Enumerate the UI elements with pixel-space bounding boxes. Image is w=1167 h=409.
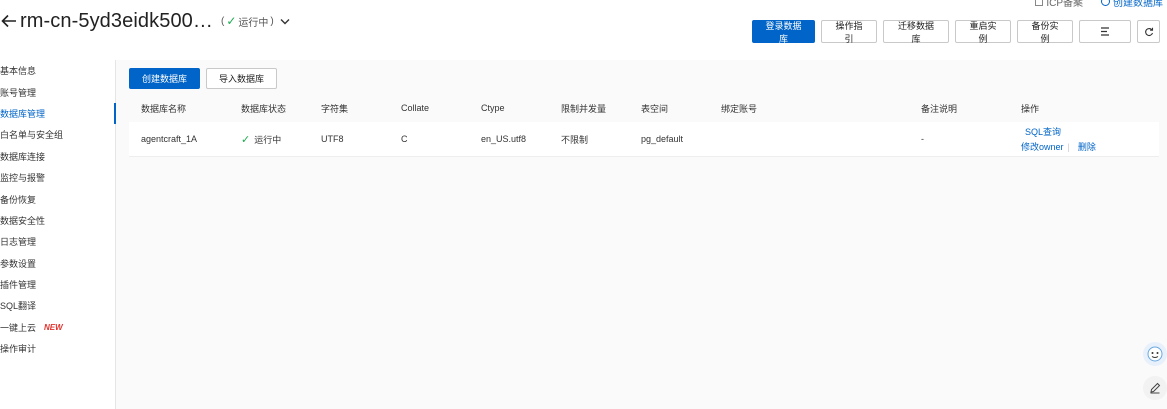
sidebar-item-databases[interactable]: 数据库管理 bbox=[0, 102, 116, 125]
page-header: rm-cn-5yd3eidk500… ( ✓ 运行中 ) bbox=[0, 8, 290, 34]
col-header-charset: 字符集 bbox=[321, 103, 349, 114]
top-utility-bar: ICP备案 创建数据库 bbox=[1035, 0, 1163, 9]
sql-query-link[interactable]: SQL查询 bbox=[1021, 125, 1159, 138]
sidebar-item-logs[interactable]: 日志管理 bbox=[0, 231, 115, 252]
backup-instance-button[interactable]: 备份实例 bbox=[1017, 20, 1073, 44]
cell-charset: UTF8 bbox=[321, 134, 344, 144]
plus-circle-icon bbox=[1101, 0, 1110, 6]
cell-status: ✓ 运行中 bbox=[229, 133, 309, 146]
table-header: 数据库名称 数据库状态 字符集 Collate Ctype 限制并发量 表空间 … bbox=[129, 97, 1159, 119]
import-db-button[interactable]: 导入数据库 bbox=[206, 68, 278, 89]
col-header-name: 数据库名称 bbox=[141, 103, 187, 114]
restart-instance-button[interactable]: 重启实例 bbox=[955, 20, 1011, 44]
cell-collate: C bbox=[401, 134, 408, 144]
cell-operations: SQL查询 修改owner | 删除 bbox=[1009, 125, 1159, 153]
sidebar-item-accounts[interactable]: 账号管理 bbox=[0, 81, 115, 102]
sidebar-item-label: 插件管理 bbox=[0, 280, 37, 291]
status-text: 运行中 bbox=[238, 17, 269, 29]
sidebar-item-sql-translate[interactable]: SQL翻译 bbox=[0, 295, 115, 316]
cell-concurrency: 不限制 bbox=[561, 134, 589, 145]
sidebar-item-label: SQL翻译 bbox=[0, 301, 37, 312]
document-icon bbox=[1035, 0, 1044, 6]
login-db-button[interactable]: 登录数据库 bbox=[752, 20, 815, 44]
instance-title: rm-cn-5yd3eidk500… bbox=[20, 9, 213, 32]
sidebar-item-parameters[interactable]: 参数设置 bbox=[0, 253, 115, 274]
chevron-down-icon[interactable] bbox=[280, 18, 290, 25]
sidebar-item-label: 数据安全性 bbox=[0, 215, 46, 226]
sidebar-item-monitoring[interactable]: 监控与报警 bbox=[0, 167, 115, 188]
col-header-operations: 操作 bbox=[1021, 103, 1040, 114]
sidebar-item-label: 监控与报警 bbox=[0, 173, 46, 184]
delete-link[interactable]: 删除 bbox=[1078, 140, 1096, 153]
sidebar-item-audit[interactable]: 操作审计 bbox=[0, 338, 115, 359]
sidebar-item-label: 日志管理 bbox=[0, 237, 37, 248]
col-header-remark: 备注说明 bbox=[921, 103, 958, 114]
create-db-top-link[interactable]: 创建数据库 bbox=[1101, 0, 1163, 9]
sidebar-item-data-security[interactable]: 数据安全性 bbox=[0, 210, 115, 231]
change-owner-link[interactable]: 修改owner bbox=[1021, 140, 1064, 153]
cell-tablespace: pg_default bbox=[641, 134, 684, 144]
back-arrow-icon[interactable] bbox=[0, 12, 18, 30]
icp-link[interactable]: ICP备案 bbox=[1035, 0, 1083, 9]
guide-button[interactable]: 操作指引 bbox=[821, 20, 877, 44]
sidebar-item-label: 备份恢复 bbox=[0, 194, 37, 205]
sidebar-item-label: 基本信息 bbox=[0, 66, 37, 77]
edit-pencil-icon[interactable] bbox=[1143, 376, 1167, 400]
database-table: 数据库名称 数据库状态 字符集 Collate Ctype 限制并发量 表空间 … bbox=[129, 97, 1159, 157]
sidebar-item-label: 一键上云 bbox=[0, 322, 37, 333]
instance-status: ( ✓ 运行中 ) bbox=[221, 14, 274, 29]
sidebar-item-label: 数据库管理 bbox=[0, 108, 46, 119]
col-header-account: 绑定账号 bbox=[721, 103, 758, 114]
page-root: ICP备案 创建数据库 rm-cn-5yd3eidk500… ( ✓ 运行中 )… bbox=[0, 0, 1167, 409]
sidebar-item-cloud-migrate[interactable]: 一键上云 NEW bbox=[0, 317, 115, 338]
col-header-collate: Collate bbox=[401, 103, 430, 113]
sidebar-item-connection[interactable]: 数据库连接 bbox=[0, 146, 115, 167]
list-icon bbox=[1101, 27, 1109, 36]
check-icon: ✓ bbox=[226, 14, 237, 28]
sidebar: 基本信息 账号管理 数据库管理 白名单与安全组 数据库连接 监控与报警 备份恢复… bbox=[0, 60, 116, 409]
col-header-tablespace: 表空间 bbox=[641, 103, 669, 114]
check-icon: ✓ bbox=[241, 133, 251, 146]
col-header-status: 数据库状态 bbox=[241, 103, 287, 114]
col-header-concurrency: 限制并发量 bbox=[561, 103, 607, 114]
status-open-paren: ( bbox=[221, 15, 225, 27]
sidebar-item-label: 白名单与安全组 bbox=[0, 130, 64, 141]
sidebar-item-label: 操作审计 bbox=[0, 344, 37, 355]
cell-remark: - bbox=[921, 134, 924, 144]
cell-ctype: en_US.utf8 bbox=[481, 134, 527, 144]
refresh-button[interactable] bbox=[1137, 20, 1160, 43]
cell-status-text: 运行中 bbox=[254, 134, 282, 145]
db-actions: 创建数据库 导入数据库 bbox=[129, 68, 278, 89]
table-row: agentcraft_1A ✓ 运行中 UTF8 C en_US.utf8 不限… bbox=[129, 122, 1159, 157]
sidebar-item-label: 参数设置 bbox=[0, 258, 37, 269]
header-actions: 登录数据库 操作指引 迁移数据库 重启实例 备份实例 bbox=[752, 20, 1160, 44]
sidebar-item-plugins[interactable]: 插件管理 bbox=[0, 274, 115, 295]
sidebar-item-label: 数据库连接 bbox=[0, 151, 46, 162]
icp-label: ICP备案 bbox=[1046, 0, 1083, 9]
link-separator: | bbox=[1067, 141, 1070, 152]
more-menu-button[interactable] bbox=[1079, 20, 1131, 43]
col-header-ctype: Ctype bbox=[481, 103, 505, 113]
main-content: 创建数据库 导入数据库 数据库名称 数据库状态 字符集 Collate Ctyp… bbox=[116, 60, 1167, 409]
sidebar-item-backup[interactable]: 备份恢复 bbox=[0, 188, 115, 209]
sidebar-item-whitelist[interactable]: 白名单与安全组 bbox=[0, 124, 115, 145]
cell-name: agentcraft_1A bbox=[141, 134, 198, 144]
new-badge: NEW bbox=[44, 322, 63, 332]
assistant-avatar-icon[interactable] bbox=[1143, 342, 1167, 366]
refresh-icon bbox=[1144, 27, 1153, 36]
sidebar-item-label: 账号管理 bbox=[0, 87, 37, 98]
create-db-top-label: 创建数据库 bbox=[1113, 0, 1163, 9]
migrate-db-button[interactable]: 迁移数据库 bbox=[883, 20, 949, 44]
sidebar-item-basic-info[interactable]: 基本信息 bbox=[0, 60, 115, 81]
create-db-button[interactable]: 创建数据库 bbox=[129, 68, 201, 89]
status-close-paren: ) bbox=[270, 15, 274, 27]
